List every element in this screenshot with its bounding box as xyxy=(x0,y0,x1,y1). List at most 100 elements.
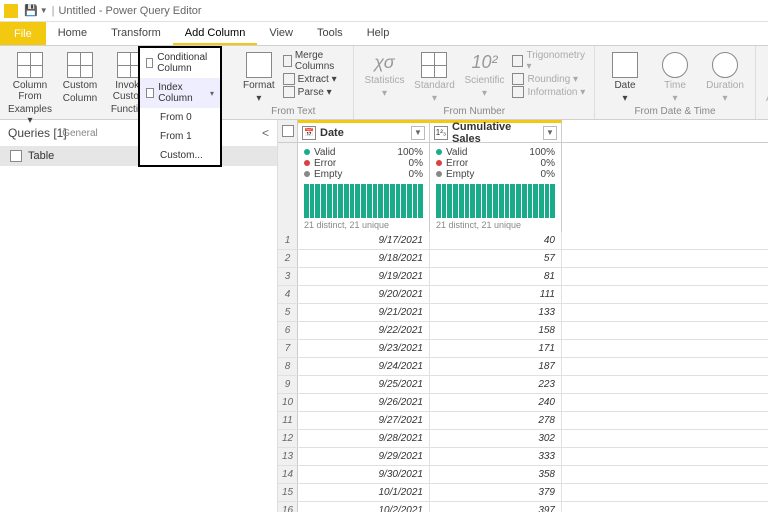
text-analytics-button[interactable]: TextAnalytics xyxy=(764,50,768,106)
table-row[interactable]: 99/25/2021223 xyxy=(278,376,768,394)
cell-value[interactable]: 223 xyxy=(430,376,562,393)
cell-date[interactable]: 9/29/2021 xyxy=(298,448,430,465)
cell-value[interactable]: 57 xyxy=(430,250,562,267)
cell-value[interactable]: 278 xyxy=(430,412,562,429)
table-row[interactable]: 109/26/2021240 xyxy=(278,394,768,412)
filter-dropdown-icon[interactable]: ▼ xyxy=(411,126,425,140)
cell-value[interactable]: 302 xyxy=(430,430,562,447)
ribbon: Column FromExamples ▾CustomColumnInvoke … xyxy=(0,46,768,120)
cell-date[interactable]: 9/18/2021 xyxy=(298,250,430,267)
text-small-buttons: Merge Columns Extract ▾ Parse ▾ xyxy=(283,50,346,98)
cell-value[interactable]: 397 xyxy=(430,502,562,512)
menu-index-column[interactable]: Index Column▾ xyxy=(140,78,220,108)
column-name: Date xyxy=(320,127,344,139)
cell-date[interactable]: 9/20/2021 xyxy=(298,286,430,303)
merge-columns-button[interactable]: Merge Columns xyxy=(283,50,346,72)
scientific-button[interactable]: 10²Scientific▾ xyxy=(462,50,506,101)
trig-icon xyxy=(512,55,523,67)
duration-icon xyxy=(712,52,738,78)
scientific-icon: 10² xyxy=(471,52,497,73)
table-row[interactable]: 29/18/202157 xyxy=(278,250,768,268)
table-row[interactable]: 49/20/2021111 xyxy=(278,286,768,304)
cell-date[interactable]: 9/30/2021 xyxy=(298,466,430,483)
cell-value[interactable]: 171 xyxy=(430,340,562,357)
table-row[interactable]: 69/22/2021158 xyxy=(278,322,768,340)
column-header-cumulative-sales[interactable]: 1²₃ Cumulative Sales ▼ xyxy=(430,120,562,142)
cell-date[interactable]: 9/19/2021 xyxy=(298,268,430,285)
separator: | xyxy=(52,5,55,17)
window-title: Untitled - Power Query Editor xyxy=(58,5,201,17)
cell-date[interactable]: 10/1/2021 xyxy=(298,484,430,501)
row-number: 8 xyxy=(278,358,298,375)
cell-value[interactable]: 81 xyxy=(430,268,562,285)
filter-dropdown-icon[interactable]: ▼ xyxy=(543,126,557,140)
cell-date[interactable]: 9/25/2021 xyxy=(298,376,430,393)
menu-tab-transform[interactable]: Transform xyxy=(99,22,173,45)
save-icon[interactable]: 💾 xyxy=(24,4,38,17)
cell-value[interactable]: 133 xyxy=(430,304,562,321)
column-header-date[interactable]: 📅 Date ▼ xyxy=(298,120,430,142)
cell-value[interactable]: 187 xyxy=(430,358,562,375)
cell-date[interactable]: 9/26/2021 xyxy=(298,394,430,411)
cell-value[interactable]: 111 xyxy=(430,286,562,303)
cell-date[interactable]: 9/28/2021 xyxy=(298,430,430,447)
date-type-icon[interactable]: 📅 xyxy=(302,126,316,140)
menu-conditional-column[interactable]: Conditional Column xyxy=(140,48,220,78)
cell-value[interactable]: 358 xyxy=(430,466,562,483)
parse-button[interactable]: Parse ▾ xyxy=(283,86,346,98)
format-button[interactable]: Format▾ xyxy=(241,50,277,106)
trigonometry-button[interactable]: Trigonometry ▾ xyxy=(512,50,586,72)
menu-tab-help[interactable]: Help xyxy=(355,22,402,45)
row-number: 7 xyxy=(278,340,298,357)
table-row[interactable]: 59/21/2021133 xyxy=(278,304,768,322)
collapse-pane-icon[interactable]: < xyxy=(262,126,269,140)
cell-date[interactable]: 9/23/2021 xyxy=(298,340,430,357)
cell-date[interactable]: 9/17/2021 xyxy=(298,232,430,249)
menu-tab-view[interactable]: View xyxy=(257,22,305,45)
group-label-number: From Number xyxy=(443,106,505,117)
standard-button[interactable]: Standard▾ xyxy=(412,50,456,106)
time-button[interactable]: Time▾ xyxy=(653,50,697,106)
table-row[interactable]: 79/23/2021171 xyxy=(278,340,768,358)
menu-custom[interactable]: Custom... xyxy=(140,146,220,165)
cell-date[interactable]: 9/24/2021 xyxy=(298,358,430,375)
statistics-icon: χσ xyxy=(374,52,394,73)
number-type-icon[interactable]: 1²₃ xyxy=(434,126,448,140)
menu-tab-tools[interactable]: Tools xyxy=(305,22,355,45)
menu-from-0[interactable]: From 0 xyxy=(140,108,220,127)
rounding-button[interactable]: Rounding ▾ xyxy=(512,73,586,85)
ribbon-button[interactable]: CustomColumn xyxy=(58,50,102,106)
table-row[interactable]: 19/17/202140 xyxy=(278,232,768,250)
cell-date[interactable]: 9/22/2021 xyxy=(298,322,430,339)
cell-date[interactable]: 9/27/2021 xyxy=(298,412,430,429)
menu-from-1[interactable]: From 1 xyxy=(140,127,220,146)
menu-tab-add-column[interactable]: Add Column xyxy=(173,22,258,45)
table-row[interactable]: 1610/2/2021397 xyxy=(278,502,768,512)
duration-button[interactable]: Duration▾ xyxy=(703,50,747,106)
cell-value[interactable]: 333 xyxy=(430,448,562,465)
table-row[interactable]: 139/29/2021333 xyxy=(278,448,768,466)
cell-value[interactable]: 379 xyxy=(430,484,562,501)
file-menu[interactable]: File xyxy=(0,22,46,45)
table-row[interactable]: 149/30/2021358 xyxy=(278,466,768,484)
menu-tab-home[interactable]: Home xyxy=(46,22,99,45)
cell-date[interactable]: 9/21/2021 xyxy=(298,304,430,321)
statistics-button[interactable]: χσStatistics▾ xyxy=(362,50,406,101)
cell-value[interactable]: 240 xyxy=(430,394,562,411)
select-all-corner[interactable] xyxy=(278,120,298,142)
table-row[interactable]: 1510/1/2021379 xyxy=(278,484,768,502)
queries-pane: Queries [1] < Table xyxy=(0,120,278,512)
index-column-icon xyxy=(146,88,154,98)
table-row[interactable]: 39/19/202181 xyxy=(278,268,768,286)
information-button[interactable]: Information ▾ xyxy=(512,86,586,98)
cell-value[interactable]: 158 xyxy=(430,322,562,339)
cell-date[interactable]: 10/2/2021 xyxy=(298,502,430,512)
ribbon-button[interactable]: Column FromExamples ▾ xyxy=(8,50,52,128)
table-row[interactable]: 129/28/2021302 xyxy=(278,430,768,448)
qat-dropdown-icon[interactable]: ▼ xyxy=(40,6,48,15)
extract-button[interactable]: Extract ▾ xyxy=(283,73,346,85)
date-button[interactable]: Date▾ xyxy=(603,50,647,106)
cell-value[interactable]: 40 xyxy=(430,232,562,249)
table-row[interactable]: 89/24/2021187 xyxy=(278,358,768,376)
table-row[interactable]: 119/27/2021278 xyxy=(278,412,768,430)
